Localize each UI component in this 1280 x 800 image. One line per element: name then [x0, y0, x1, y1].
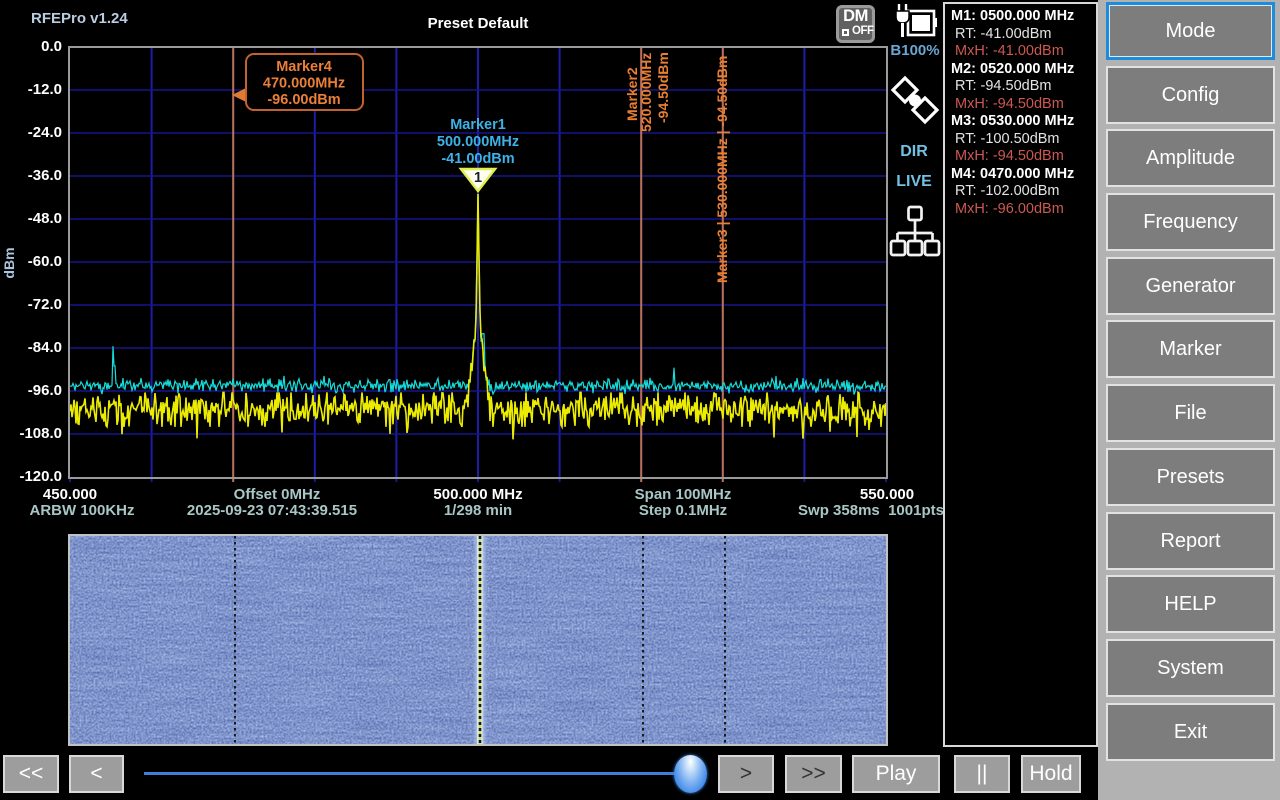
svg-text:Marker3 | 530.000MHz | -94.50d: Marker3 | 530.000MHz | -94.50dBm — [714, 56, 730, 283]
svg-text:470.000MHz: 470.000MHz — [263, 76, 345, 92]
svg-text:Marker4: Marker4 — [276, 59, 332, 75]
svg-text:Marker1: Marker1 — [450, 117, 506, 133]
svg-text:520.000MHz: 520.000MHz — [638, 53, 654, 132]
svg-text:-96.00dBm: -96.00dBm — [267, 92, 340, 108]
svg-text:1: 1 — [474, 170, 482, 186]
svg-text:-41.00dBm: -41.00dBm — [441, 151, 514, 167]
svg-text:-94.50dBm: -94.50dBm — [655, 52, 671, 123]
svg-text:500.000MHz: 500.000MHz — [437, 134, 519, 150]
